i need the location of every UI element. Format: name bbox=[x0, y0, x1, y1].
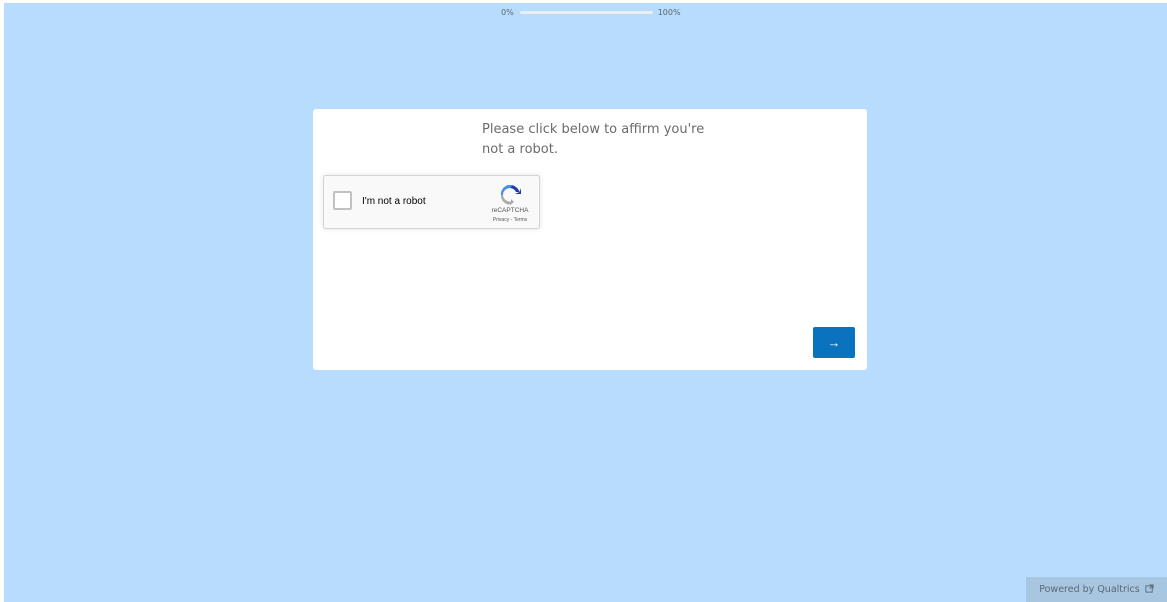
recaptcha-terms-link[interactable]: Terms bbox=[514, 217, 528, 223]
recaptcha-checkbox[interactable] bbox=[333, 191, 352, 210]
recaptcha-checkbox-label[interactable]: I'm not a robot bbox=[362, 196, 426, 207]
progress-bar: 0% 100% bbox=[501, 8, 681, 17]
recaptcha-brand: reCAPTCHA bbox=[491, 207, 529, 214]
recaptcha-logo-icon bbox=[500, 184, 521, 205]
recaptcha-privacy-link[interactable]: Privacy bbox=[493, 217, 509, 223]
progress-end-label: 100% bbox=[657, 8, 681, 17]
progress-start-label: 0% bbox=[501, 8, 514, 17]
survey-page: 0% 100% Please click below to affirm you… bbox=[4, 3, 1167, 602]
question-card: Please click below to affirm you're not … bbox=[313, 109, 867, 370]
recaptcha-widget: I'm not a robot reCAPTCHA Privacy - Term… bbox=[323, 175, 540, 229]
question-text: Please click below to affirm you're not … bbox=[482, 122, 705, 157]
external-link-icon bbox=[1145, 584, 1154, 593]
next-button[interactable]: → bbox=[813, 327, 855, 358]
powered-by-link[interactable]: Powered by Qualtrics bbox=[1026, 577, 1167, 602]
recaptcha-links: Privacy - Terms bbox=[480, 217, 540, 223]
progress-track bbox=[519, 11, 653, 14]
powered-by-label: Powered by Qualtrics bbox=[1039, 584, 1140, 595]
